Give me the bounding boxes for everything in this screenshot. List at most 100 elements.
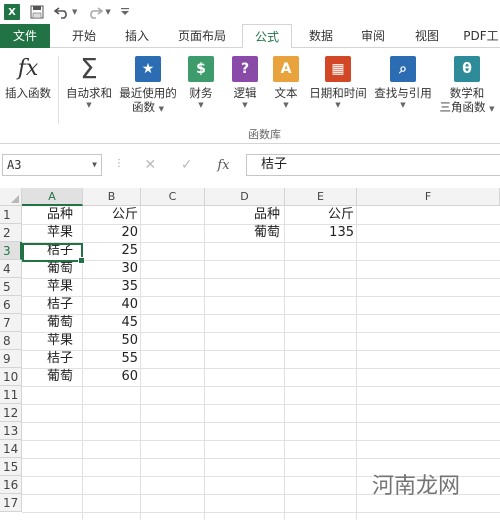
row-header[interactable]: 8 (0, 332, 22, 350)
question-book-icon: ? (232, 56, 258, 82)
tab-view[interactable]: 视图 (402, 24, 452, 48)
math-trig-button[interactable]: θ 数学和 三角函数 ▼ (436, 56, 498, 114)
cell-b2[interactable]: 20 (83, 224, 141, 242)
tab-review[interactable]: 审阅 (348, 24, 398, 48)
financial-dropdown-icon: ▼ (198, 101, 204, 109)
lookup-reference-button[interactable]: ⌕ 查找与引用 ▼ (372, 56, 434, 110)
row-header[interactable]: 12 (0, 404, 22, 422)
gridline (22, 440, 500, 441)
cell-b10[interactable]: 60 (83, 368, 141, 386)
row-header[interactable]: 1 (0, 206, 22, 224)
cell-b4[interactable]: 30 (83, 260, 141, 278)
row-header[interactable]: 3 (0, 242, 22, 260)
tab-insert[interactable]: 插入 (112, 24, 162, 48)
datetime-button[interactable]: ▦ 日期和时间 ▼ (306, 56, 370, 110)
name-box[interactable]: A3 ▼ (2, 154, 102, 176)
gridline (356, 206, 357, 520)
insert-function-button[interactable]: fx 插入函数 (2, 56, 54, 101)
enter-icon[interactable]: ✓ (181, 157, 193, 173)
cell-a6[interactable]: 桔子 (44, 296, 73, 314)
tab-pdf[interactable]: PDF工 (456, 24, 500, 48)
cell-a10[interactable]: 葡萄 (44, 368, 73, 386)
column-header-d[interactable]: D (205, 188, 285, 206)
cell-a7[interactable]: 葡萄 (44, 314, 73, 332)
financial-button[interactable]: $ 财务 ▼ (180, 56, 222, 110)
row-header[interactable]: 13 (0, 422, 22, 440)
save-button[interactable] (30, 5, 44, 19)
cell-a8[interactable]: 苹果 (44, 332, 73, 350)
redo-button[interactable]: ▼ (87, 5, 111, 19)
formula-input[interactable]: 桔子 (246, 154, 500, 176)
row-header[interactable]: 4 (0, 260, 22, 278)
gridline (22, 458, 500, 459)
redo-icon (90, 7, 104, 19)
tab-home[interactable]: 开始 (58, 24, 110, 48)
tab-file[interactable]: 文件 (0, 24, 50, 48)
cell-e1[interactable]: 公斤 (285, 206, 357, 224)
gridline (204, 206, 205, 520)
coins-icon: $ (188, 56, 214, 82)
logical-dropdown-icon: ▼ (242, 101, 248, 109)
row-header[interactable]: 14 (0, 440, 22, 458)
insert-function-icon[interactable]: fx (217, 158, 229, 173)
formula-buttons: ✕ ✓ fx (132, 154, 242, 176)
worksheet-grid[interactable]: A B C D E F 1 2 3 4 5 6 7 8 9 10 11 12 1… (0, 188, 500, 520)
row-header[interactable]: 5 (0, 278, 22, 296)
column-header-a[interactable]: A (22, 188, 83, 206)
column-header-c[interactable]: C (141, 188, 205, 206)
gridline (284, 206, 285, 520)
cell-d1[interactable]: 品种 (251, 206, 280, 224)
tab-page-layout[interactable]: 页面布局 (168, 24, 236, 48)
cell-a5[interactable]: 苹果 (44, 278, 73, 296)
tab-formulas[interactable]: 公式 (242, 24, 292, 49)
row-header[interactable]: 2 (0, 224, 22, 242)
cell-a9[interactable]: 桔子 (44, 350, 73, 368)
cell-a1[interactable]: 品种 (44, 206, 73, 224)
gridline (22, 404, 500, 405)
cell-b6[interactable]: 40 (83, 296, 141, 314)
column-header-f[interactable]: F (357, 188, 500, 206)
cell-d2[interactable]: 葡萄 (251, 224, 280, 242)
math-dropdown-icon: ▼ (489, 105, 495, 113)
redo-dropdown-icon[interactable]: ▼ (105, 8, 110, 16)
gridline (22, 512, 500, 513)
row-header[interactable]: 9 (0, 350, 22, 368)
name-box-dropdown-icon[interactable]: ▼ (92, 155, 97, 175)
gridline (22, 422, 500, 423)
select-all-corner[interactable] (0, 188, 22, 206)
cancel-icon[interactable]: ✕ (144, 157, 156, 173)
undo-dropdown-icon[interactable]: ▼ (72, 8, 77, 16)
cell-b8[interactable]: 50 (83, 332, 141, 350)
cell-b3[interactable]: 25 (83, 242, 141, 260)
cell-e2[interactable]: 135 (285, 224, 357, 242)
text-button[interactable]: A 文本 ▼ (266, 56, 306, 110)
column-header-e[interactable]: E (285, 188, 357, 206)
customize-qat-button[interactable] (120, 7, 129, 17)
row-header[interactable]: 11 (0, 386, 22, 404)
theta-book-icon: θ (454, 56, 480, 82)
sigma-icon: Σ (80, 52, 98, 85)
cell-b1[interactable]: 公斤 (83, 206, 141, 224)
row-header[interactable]: 7 (0, 314, 22, 332)
row-header[interactable]: 10 (0, 368, 22, 386)
cell-b5[interactable]: 35 (83, 278, 141, 296)
quick-access-toolbar: X ▼ ▼ (0, 0, 500, 24)
column-header-b[interactable]: B (83, 188, 141, 206)
undo-button[interactable]: ▼ (54, 5, 77, 19)
row-header[interactable]: 17 (0, 494, 22, 512)
cell-b9[interactable]: 55 (83, 350, 141, 368)
row-header[interactable]: 6 (0, 296, 22, 314)
autosum-button[interactable]: Σ 自动求和 ▼ (62, 52, 116, 110)
row-header[interactable]: 16 (0, 476, 22, 494)
tab-data[interactable]: 数据 (296, 24, 346, 48)
cell-a4[interactable]: 葡萄 (44, 260, 73, 278)
active-cell-selection[interactable] (22, 243, 85, 264)
logical-button[interactable]: ? 逻辑 ▼ (224, 56, 266, 110)
row-header[interactable]: 15 (0, 458, 22, 476)
formula-bar: A3 ▼ ⋮ ✕ ✓ fx 桔子 (0, 144, 500, 186)
recently-used-button[interactable]: ★ 最近使用的 函数 ▼ (118, 56, 178, 114)
fx-icon: fx (17, 56, 39, 81)
cell-b7[interactable]: 45 (83, 314, 141, 332)
cell-a2[interactable]: 苹果 (44, 224, 73, 242)
formula-bar-grip-icon[interactable]: ⋮ (114, 158, 124, 169)
